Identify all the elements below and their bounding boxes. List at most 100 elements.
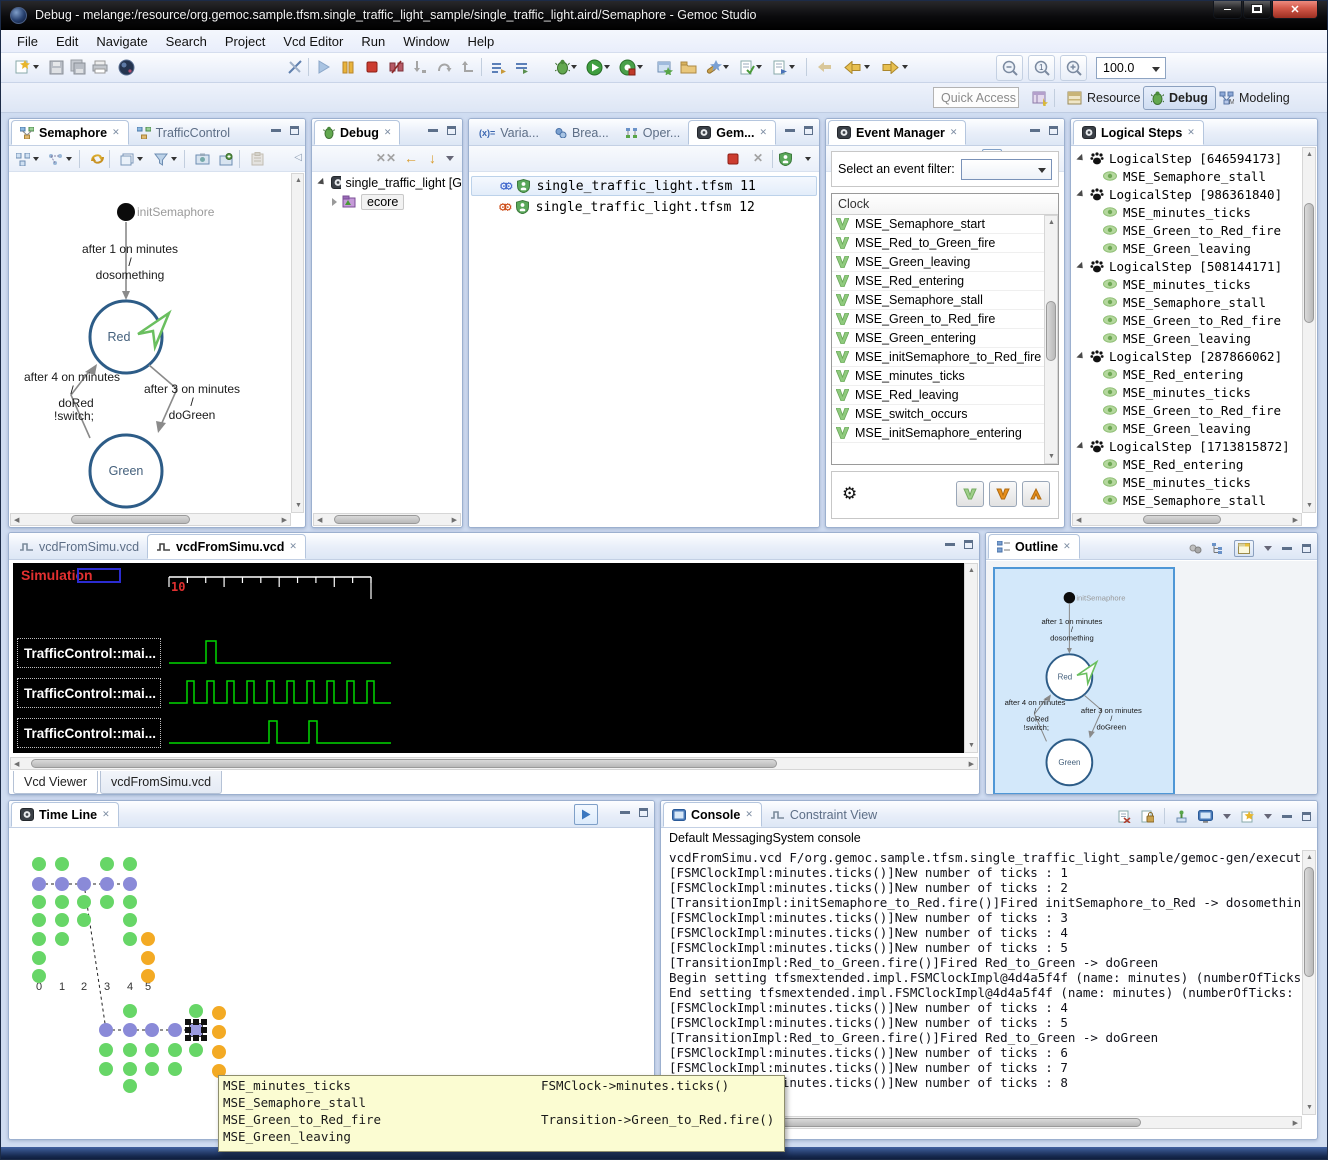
profile-launch-icon[interactable]: [617, 57, 637, 77]
diagram-canvas[interactable]: initSemaphore after 1 on minutes / dosom…: [9, 173, 291, 513]
open-console-icon[interactable]: [1241, 810, 1254, 823]
panel-maximize-icon[interactable]: [290, 126, 299, 135]
maximize-button[interactable]: [1243, 0, 1271, 19]
bottom-tab-vcd-viewer[interactable]: Vcd Viewer: [13, 771, 98, 794]
back-icon[interactable]: [842, 57, 862, 77]
logical-step-row[interactable]: LogicalStep [1713815872]: [1071, 437, 1302, 455]
expanded-arrow-icon[interactable]: [317, 178, 326, 187]
timeline-event-dot[interactable]: [123, 895, 137, 909]
zoom-in-button[interactable]: [1060, 55, 1087, 81]
timeline-selected-event[interactable]: [185, 1019, 207, 1041]
tab-outline[interactable]: Outline ✕: [988, 534, 1080, 559]
logical-step-event-row[interactable]: MSE_Green_to_Red_fire: [1071, 221, 1302, 239]
tab-console[interactable]: Console ✕: [663, 802, 762, 827]
menu-file[interactable]: File: [8, 31, 47, 52]
close-icon[interactable]: ✕: [745, 809, 753, 820]
timeline-event-dot[interactable]: [212, 1025, 226, 1039]
clock-column-header[interactable]: Clock: [832, 194, 1058, 215]
paste-icon[interactable]: [247, 149, 267, 169]
external-tools-icon[interactable]: [655, 57, 675, 77]
stop-icon[interactable]: [362, 57, 382, 77]
timeline-event-dot[interactable]: [32, 932, 46, 946]
clear-console-icon[interactable]: [1118, 810, 1131, 823]
open-folder-icon[interactable]: [678, 57, 698, 77]
pin-console-icon[interactable]: [1175, 810, 1188, 823]
timeline-event-dot[interactable]: [189, 1043, 203, 1057]
close-icon[interactable]: ✕: [112, 127, 120, 138]
filter-icon[interactable]: [151, 149, 171, 169]
clock-row[interactable]: MSE_Red_to_Green_fire: [832, 234, 1058, 253]
panel-maximize-icon[interactable]: [1302, 544, 1311, 553]
save-icon[interactable]: [46, 57, 66, 77]
zoom-reset-button[interactable]: 1: [1028, 55, 1055, 81]
import-table-icon[interactable]: [770, 57, 790, 77]
panel-maximize-icon[interactable]: [804, 126, 813, 135]
panel-minimize-icon[interactable]: [1282, 815, 1292, 818]
timeline-event-dot[interactable]: [123, 932, 137, 946]
close-button[interactable]: ✕: [1272, 0, 1318, 19]
tab-variables[interactable]: (x)= Varia...: [471, 120, 547, 145]
close-icon[interactable]: ✕: [1063, 541, 1071, 552]
timeline-event-dot[interactable]: [145, 1023, 159, 1037]
zoom-level-select[interactable]: 100.0: [1096, 57, 1166, 79]
logical-step-event-row[interactable]: MSE_Green_leaving: [1071, 329, 1302, 347]
timeline-event-dot[interactable]: [32, 913, 46, 927]
logical-step-event-row[interactable]: MSE_Green_to_Red_fire: [1071, 401, 1302, 419]
clock-row[interactable]: MSE_Red_entering: [832, 272, 1058, 291]
tab-debug[interactable]: Debug ✕: [314, 120, 400, 145]
horizontal-scrollbar[interactable]: ◀▶: [313, 513, 461, 526]
timeline-event-dot[interactable]: [123, 913, 137, 927]
logical-step-event-row[interactable]: MSE_Green_leaving: [1071, 239, 1302, 257]
tab-timeline[interactable]: Time Line ✕: [11, 802, 119, 827]
minimize-button[interactable]: [1213, 0, 1242, 19]
horizontal-scrollbar[interactable]: ◀▶: [10, 757, 978, 770]
menu-search[interactable]: Search: [157, 31, 216, 52]
timeline-event-dot[interactable]: [32, 951, 46, 965]
clock-row[interactable]: MSE_Green_to_Red_fire: [832, 310, 1058, 329]
import-table-dropdown[interactable]: [789, 65, 795, 69]
timeline-event-dot[interactable]: [123, 1079, 137, 1093]
signal-waveform[interactable]: [169, 641, 391, 663]
tab-trafficcontrol[interactable]: TrafficControl: [129, 120, 238, 145]
logical-step-row[interactable]: LogicalStep [508144171]: [1071, 257, 1302, 275]
bottom-tab-vcdfromsimu[interactable]: vcdFromSimu.vcd: [100, 771, 222, 794]
timeline-event-dot[interactable]: [32, 895, 46, 909]
debug-tree-child[interactable]: ecore: [312, 192, 462, 211]
panel-minimize-icon[interactable]: [428, 129, 438, 132]
vertical-scrollbar[interactable]: ▲▼: [291, 173, 304, 513]
copy-appearance-dropdown[interactable]: [137, 157, 143, 161]
initial-state-dot[interactable]: [117, 203, 135, 221]
menu-project[interactable]: Project: [216, 31, 274, 52]
disconnect-icon[interactable]: [386, 57, 406, 77]
open-perspective-icon[interactable]: [1030, 88, 1050, 108]
vertical-scrollbar[interactable]: ▲▼: [964, 563, 978, 753]
clock-row[interactable]: MSE_Semaphore_stall: [832, 291, 1058, 310]
arrange-icon[interactable]: [45, 149, 65, 169]
panel-minimize-icon[interactable]: [620, 811, 630, 814]
timeline-play-button[interactable]: [574, 804, 598, 825]
tab-logical-steps[interactable]: Logical Steps ✕: [1073, 120, 1204, 145]
step-green-button[interactable]: [956, 481, 984, 507]
timeline-event-dot[interactable]: [32, 857, 46, 871]
close-icon[interactable]: ✕: [950, 127, 958, 138]
timeline-event-dot[interactable]: [77, 913, 91, 927]
copy-appearance-icon[interactable]: [117, 149, 137, 169]
timeline-event-dot[interactable]: [55, 857, 69, 871]
panel-minimize-icon[interactable]: [785, 129, 795, 132]
clock-row[interactable]: MSE_switch_occurs: [832, 405, 1058, 424]
panel-minimize-icon[interactable]: [1282, 547, 1292, 550]
search-wand-dropdown[interactable]: [723, 65, 729, 69]
checklist-dropdown[interactable]: [756, 65, 762, 69]
logical-step-event-row[interactable]: MSE_minutes_ticks: [1071, 275, 1302, 293]
tab-constraint-view[interactable]: Constraint View: [762, 802, 885, 827]
back-dropdown[interactable]: [864, 65, 870, 69]
clock-row[interactable]: MSE_initSemaphore_entering: [832, 424, 1058, 443]
display-console-dropdown[interactable]: [1223, 814, 1231, 819]
layout-icon[interactable]: [13, 149, 33, 169]
timeline-event-dot[interactable]: [141, 951, 155, 965]
menu-edit[interactable]: Edit: [47, 31, 87, 52]
vertical-scrollbar[interactable]: ▲▼: [1302, 850, 1316, 1115]
menu-navigate[interactable]: Navigate: [87, 31, 156, 52]
view-menu-icon[interactable]: [446, 156, 454, 161]
step-orange-up-button[interactable]: [1022, 481, 1050, 507]
